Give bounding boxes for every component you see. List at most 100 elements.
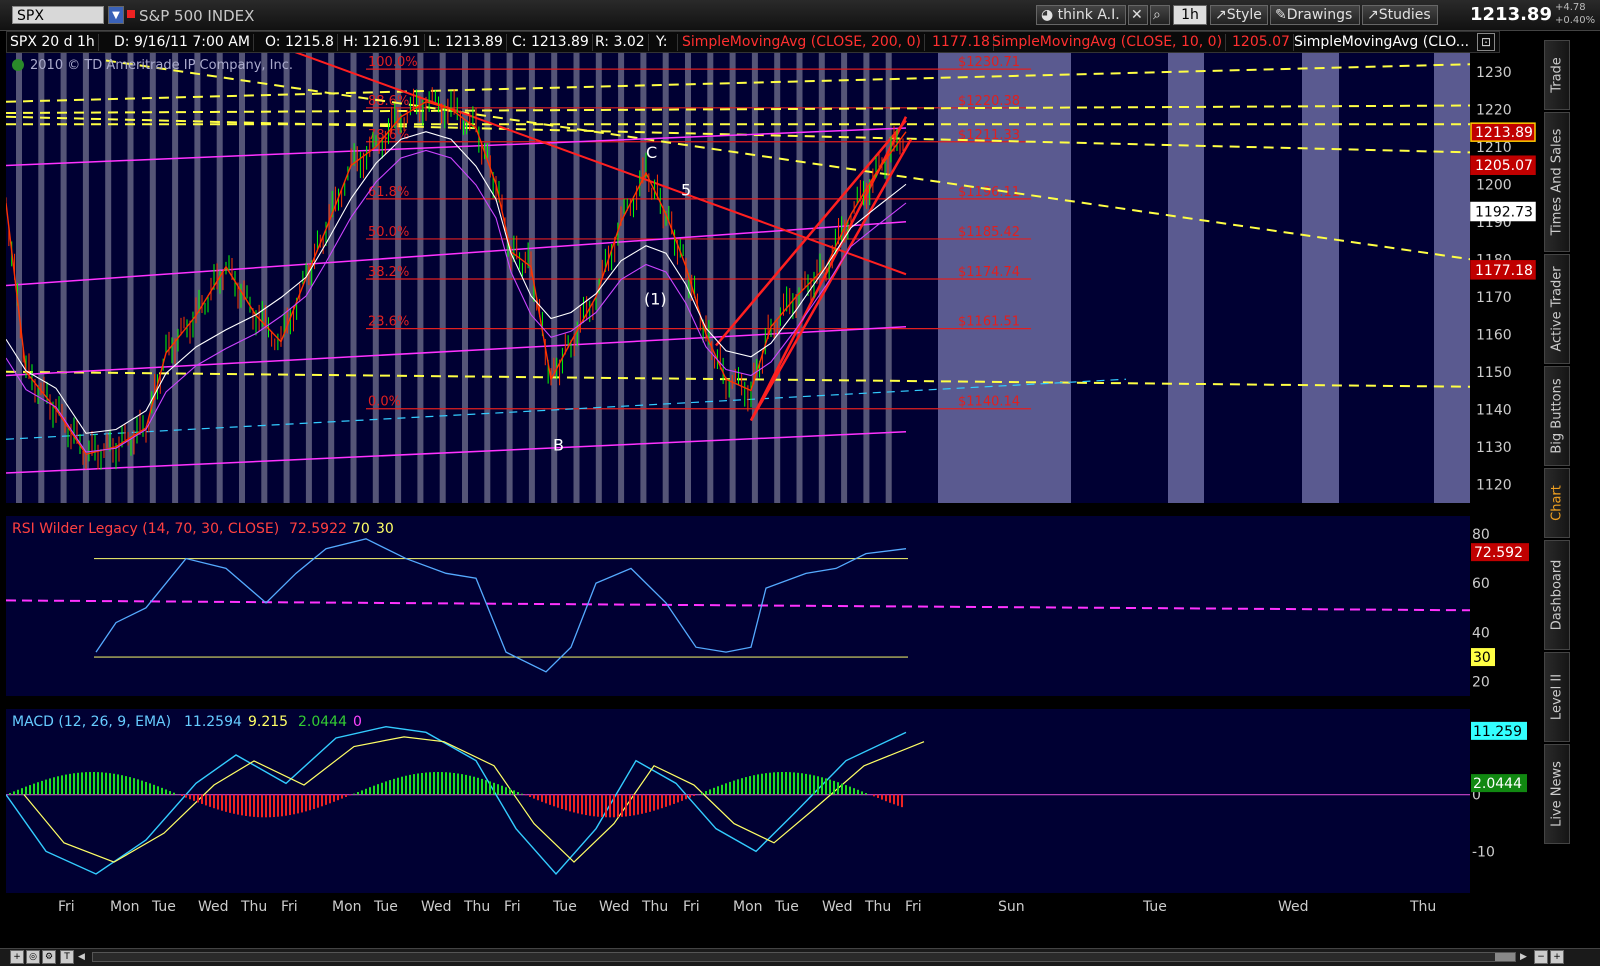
rsi-label: RSI Wilder Legacy (14, 70, 30, CLOSE) xyxy=(12,521,279,537)
horizontal-scrollbar[interactable] xyxy=(92,952,1516,962)
price-badge: 1192.73 xyxy=(1475,205,1533,221)
chart-area[interactable]: 100.0% $1230.71 88.6% $1220.38 78.6% $1211.33… xyxy=(5,33,1471,948)
zoom-tool-button[interactable]: ⌕ xyxy=(1150,5,1170,25)
rsi-tick: 60 xyxy=(1472,576,1490,592)
fib-pct-label: 23.6% xyxy=(368,315,409,330)
price-badge: 1205.07 xyxy=(1475,158,1533,174)
zoom-in-icon[interactable]: + xyxy=(10,950,24,964)
rsi-tick: 40 xyxy=(1472,625,1490,641)
bar-date: D: 9/16/11 7:00 AM xyxy=(111,34,254,51)
side-tab-label: Active Trader xyxy=(1549,266,1565,352)
rsi-tick: 80 xyxy=(1472,527,1490,543)
time-axis-label: Mon xyxy=(332,899,362,915)
session-bar-1 xyxy=(38,53,45,503)
macd-signal: 9.215 xyxy=(248,714,288,730)
time-axis-label: Mon xyxy=(733,899,763,915)
price-axis[interactable]: 1230122012101200119011801170116011501140… xyxy=(1470,53,1540,948)
flag-icon xyxy=(127,10,135,18)
side-tab-big-buttons[interactable]: Big Buttons xyxy=(1544,366,1570,466)
top-toolbar: SPX ▼ S&P 500 INDEX ◕ think A.I. ✕ ⌕ 1h … xyxy=(0,0,1600,31)
symbol-period[interactable]: SPX 20 d 1h xyxy=(7,34,99,51)
macd-tick: -10 xyxy=(1472,844,1495,860)
drawings-label: Drawings xyxy=(1286,7,1353,23)
macd-label: MACD (12, 26, 9, EMA) xyxy=(12,714,171,730)
wave-label: C xyxy=(646,143,657,162)
text-tool-icon[interactable]: T xyxy=(60,950,74,964)
fib-pct-label: 50.0% xyxy=(368,225,409,240)
side-tab-label: Times And Sales xyxy=(1549,128,1565,236)
zoom-out-icon[interactable]: − xyxy=(1534,950,1548,964)
expand-icon[interactable]: + xyxy=(1550,950,1564,964)
interval-button[interactable]: 1h xyxy=(1173,5,1207,25)
fib-price-label: $1220.38 xyxy=(958,94,1020,109)
studies-button[interactable]: ↗Studies xyxy=(1362,5,1438,25)
sma-third-label: SimpleMovingAvg (CLO... xyxy=(1294,34,1470,50)
time-axis-label: Wed xyxy=(599,899,630,915)
time-axis-label: Thu xyxy=(641,899,668,915)
macd-badge1: 11.259 xyxy=(1473,724,1522,740)
price-chart-svg[interactable]: 100.0% $1230.7188.6% $1220.3878.6% $1211.33… xyxy=(5,33,1471,948)
symbol-dropdown-button[interactable]: ▼ xyxy=(108,6,124,24)
time-axis-label: Tue xyxy=(373,899,398,915)
fib-pct-label: 61.8% xyxy=(368,185,409,200)
price-tick: 1140 xyxy=(1476,402,1512,418)
time-axis-label: Tue xyxy=(1142,899,1167,915)
last-price: 1213.89 xyxy=(1470,4,1552,25)
scrollbar-thumb[interactable] xyxy=(1495,953,1515,961)
symbol-input[interactable]: SPX xyxy=(12,6,104,24)
time-axis-label: Sun xyxy=(998,899,1025,915)
zoom-fit-icon[interactable]: ◎ xyxy=(26,950,40,964)
sma10-value: 1205.07 xyxy=(1229,34,1294,51)
session-bar-15 xyxy=(350,53,357,503)
style-button[interactable]: ↗Style xyxy=(1210,5,1268,25)
fib-pct-label: 38.2% xyxy=(368,265,409,280)
fib-pct-label: 88.6% xyxy=(368,94,409,109)
fib-pct-label: 0.0% xyxy=(368,395,401,410)
percent-change: +0.40% xyxy=(1555,15,1596,26)
fib-price-label: $1196.11 xyxy=(958,185,1020,200)
session-bar-10 xyxy=(239,53,245,503)
think-ai-button[interactable]: ◕ think A.I. xyxy=(1036,5,1126,25)
fib-price-label: $1161.51 xyxy=(958,315,1020,330)
price-tick: 1230 xyxy=(1476,65,1512,81)
session-bar-33 xyxy=(751,53,758,503)
crosshair-tool-button[interactable]: ✕ xyxy=(1128,5,1148,25)
side-tab-dashboard[interactable]: Dashboard xyxy=(1544,540,1570,650)
rsi-panel-bg xyxy=(6,516,1470,696)
bar-close: C: 1213.89 xyxy=(509,34,593,51)
scroll-right-icon[interactable]: ▶ xyxy=(1520,952,1528,962)
time-axis-label: Mon xyxy=(110,899,140,915)
side-tab-label: Trade xyxy=(1549,57,1565,93)
side-tab-times-and-sales[interactable]: Times And Sales xyxy=(1544,112,1570,252)
future-shade-3 xyxy=(1434,53,1470,503)
session-bar-29 xyxy=(662,53,669,503)
drawings-button[interactable]: ✎Drawings xyxy=(1270,5,1360,25)
session-bar-34 xyxy=(774,53,781,503)
price-tick: 1170 xyxy=(1476,290,1512,306)
session-bar-12 xyxy=(283,53,290,503)
style-label: Style xyxy=(1226,7,1262,23)
session-bar-38 xyxy=(863,53,870,503)
chart-settings-icon[interactable]: ⊡ xyxy=(1477,33,1495,51)
symbol-description: S&P 500 INDEX xyxy=(139,7,255,25)
session-bar-25 xyxy=(573,53,580,503)
time-axis-label: Thu xyxy=(240,899,267,915)
settings-icon[interactable]: ⚙ xyxy=(42,950,56,964)
side-tab-active-trader[interactable]: Active Trader xyxy=(1544,254,1570,364)
scroll-left-icon[interactable]: ◀ xyxy=(78,952,86,962)
session-bar-32 xyxy=(729,53,736,503)
side-tab-label: Level II xyxy=(1549,673,1565,721)
side-tab-level-ii[interactable]: Level II xyxy=(1544,652,1570,742)
wave-label: B xyxy=(553,436,564,455)
side-tab-live-news[interactable]: Live News xyxy=(1544,744,1570,844)
time-axis-label: Wed xyxy=(822,899,853,915)
time-axis-label: Fri xyxy=(281,899,298,915)
time-axis-label: Wed xyxy=(421,899,452,915)
side-tab-label: Dashboard xyxy=(1549,559,1565,631)
rsi-badge: 72.592 xyxy=(1474,545,1523,561)
fib-price-label: $1174.74 xyxy=(958,265,1020,280)
side-tab-chart[interactable]: Chart xyxy=(1544,468,1570,538)
time-axis-label: Fri xyxy=(58,899,75,915)
side-tab-trade[interactable]: Trade xyxy=(1544,40,1570,110)
side-tabs: Trade Times And Sales Active Trader Big But… xyxy=(1544,40,1570,920)
